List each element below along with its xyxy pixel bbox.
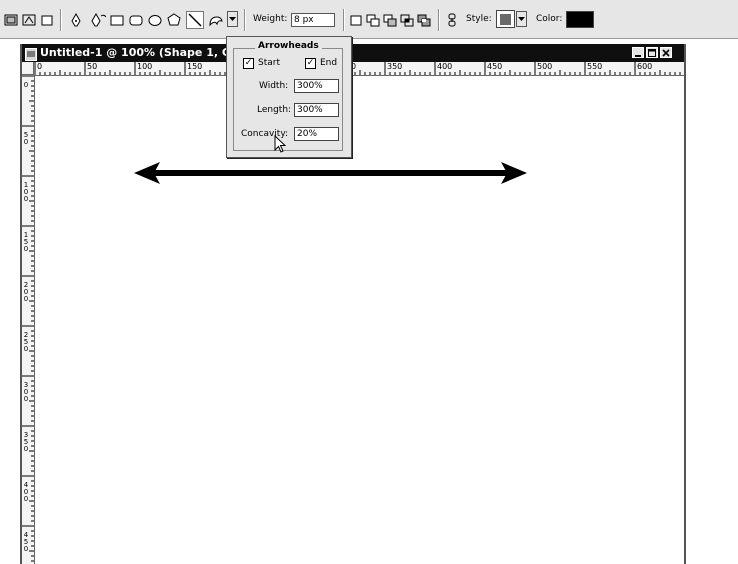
ruler-label: 2 0 0 xyxy=(23,281,29,303)
document-canvas[interactable] xyxy=(35,76,684,564)
create-new-shape-icon[interactable] xyxy=(348,12,364,28)
ruler-label: 450 xyxy=(487,62,503,71)
ruler-label: 0 xyxy=(23,81,29,89)
close-button[interactable] xyxy=(660,47,672,58)
chevron-down-icon xyxy=(229,16,236,21)
ruler-label: 100 xyxy=(137,62,153,71)
length-input[interactable]: 300% xyxy=(294,103,339,117)
ruler-label: 400 xyxy=(437,62,453,71)
ruler-label: 350 xyxy=(387,62,403,71)
ruler-label: 5 0 xyxy=(23,131,29,146)
document-icon xyxy=(25,46,37,61)
horizontal-ruler[interactable]: 0 50 100 150 0 350 400 450 500 550 600 xyxy=(34,62,684,76)
ruler-label: 4 5 0 xyxy=(23,531,29,553)
chevron-down-icon xyxy=(518,16,525,21)
checkmark-icon: ✓ xyxy=(306,58,315,68)
document-title: Untitled-1 @ 100% (Shape 1, Gr xyxy=(40,46,237,59)
separator xyxy=(244,9,246,31)
arrowheads-title: Arrowheads xyxy=(255,41,322,51)
width-label: Width: xyxy=(259,81,289,91)
minimize-icon xyxy=(635,54,641,57)
ruler-corner[interactable] xyxy=(22,62,34,75)
weight-input[interactable]: 8 px xyxy=(291,13,335,27)
paths-mode-icon[interactable] xyxy=(21,12,37,28)
shape-layers-mode-icon[interactable] xyxy=(3,12,19,28)
style-label: Style: xyxy=(466,14,492,24)
ruler-label: 500 xyxy=(537,62,553,71)
line-tool-icon[interactable] xyxy=(186,11,204,29)
ruler-label: 50 xyxy=(87,62,98,71)
maximize-button[interactable] xyxy=(646,47,658,58)
intersect-shape-icon[interactable] xyxy=(399,12,415,28)
checkmark-icon: ✓ xyxy=(244,58,253,68)
mouse-pointer-icon xyxy=(274,134,287,155)
ellipse-tool-icon[interactable] xyxy=(147,12,163,28)
ruler-label: 550 xyxy=(587,62,603,71)
options-bar: Weight: 8 px Style: Color: xyxy=(0,0,738,39)
end-label: End xyxy=(320,58,338,68)
maximize-icon xyxy=(648,48,656,57)
ruler-label: 600 xyxy=(637,62,653,71)
fill-pixels-mode-icon[interactable] xyxy=(39,12,55,28)
style-dropdown[interactable] xyxy=(516,11,527,27)
width-input[interactable]: 300% xyxy=(294,79,339,93)
ruler-label: 4 0 0 xyxy=(23,481,29,503)
style-swatch-fill xyxy=(500,13,511,25)
separator xyxy=(60,9,62,31)
weight-label: Weight: xyxy=(253,14,288,24)
start-label: Start xyxy=(258,58,280,68)
concavity-input[interactable]: 20% xyxy=(294,127,339,141)
separator xyxy=(343,9,345,31)
subtract-from-shape-icon[interactable] xyxy=(382,12,398,28)
end-checkbox[interactable]: ✓ xyxy=(305,58,316,69)
color-label: Color: xyxy=(536,14,563,24)
minimize-button[interactable] xyxy=(632,47,644,58)
length-label: Length: xyxy=(257,105,292,115)
add-to-shape-icon[interactable] xyxy=(365,12,381,28)
document-window: Untitled-1 @ 100% (Shape 1, Gr 0 50 100 … xyxy=(20,44,686,564)
ruler-label: 3 5 0 xyxy=(23,431,29,453)
ruler-label: 1 5 0 xyxy=(23,231,29,253)
ruler-label: 3 0 0 xyxy=(23,381,29,403)
arrowheads-popup: Arrowheads ✓ Start ✓ End Width: 300% Len… xyxy=(226,36,352,158)
exclude-overlap-icon[interactable] xyxy=(416,12,432,28)
freeform-pen-tool-icon[interactable] xyxy=(90,12,106,28)
style-picker-swatch[interactable] xyxy=(496,10,515,28)
separator xyxy=(438,9,440,31)
polygon-tool-icon[interactable] xyxy=(166,12,182,28)
pen-tool-icon[interactable] xyxy=(68,12,84,28)
link-layer-style-icon[interactable] xyxy=(444,12,460,28)
color-swatch[interactable] xyxy=(566,11,594,28)
ruler-label: 1 0 0 xyxy=(23,181,29,203)
start-checkbox[interactable]: ✓ xyxy=(243,58,254,69)
close-icon xyxy=(662,48,670,57)
vertical-ruler[interactable]: 0 5 0 1 0 0 1 5 0 2 0 0 2 5 0 3 0 0 3 5 … xyxy=(22,75,35,564)
custom-shape-tool-icon[interactable] xyxy=(207,12,225,28)
rectangle-tool-icon[interactable] xyxy=(109,12,125,28)
geometry-options-dropdown[interactable] xyxy=(227,11,238,27)
ruler-label: 0 xyxy=(37,62,43,71)
ruler-label: 150 xyxy=(187,62,203,71)
rounded-rectangle-tool-icon[interactable] xyxy=(128,12,144,28)
ruler-label: 2 5 0 xyxy=(23,331,29,353)
document-titlebar[interactable]: Untitled-1 @ 100% (Shape 1, Gr xyxy=(22,44,684,62)
